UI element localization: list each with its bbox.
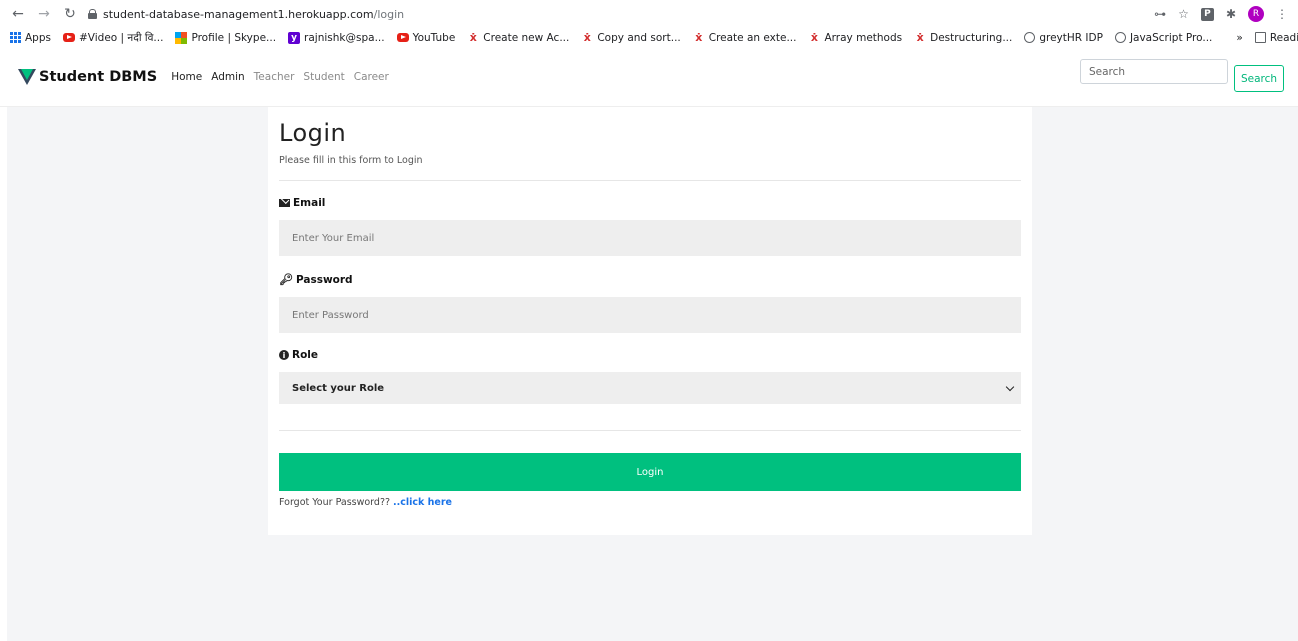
role-select[interactable]: Select your Role bbox=[279, 372, 1021, 404]
bookmarks-bar: Apps #Video | नदी वि... Profile | Skype.… bbox=[0, 28, 1298, 47]
nav-career[interactable]: Career bbox=[354, 71, 389, 83]
microsoft-icon bbox=[175, 31, 188, 44]
url-host: student-database-management1.herokuapp.c… bbox=[103, 7, 374, 21]
key-icon[interactable]: ⊶ bbox=[1154, 7, 1166, 21]
back-arrow-icon[interactable]: ← bbox=[10, 7, 26, 21]
youtube-icon bbox=[396, 33, 409, 42]
login-button[interactable]: Login bbox=[279, 453, 1021, 491]
search-input[interactable] bbox=[1080, 59, 1228, 84]
page-title: Login bbox=[279, 119, 347, 147]
forward-arrow-icon[interactable]: → bbox=[36, 7, 52, 21]
email-label: Email bbox=[279, 197, 1021, 209]
yahoo-icon: y bbox=[288, 31, 301, 44]
bookmark-item[interactable]: YouTube bbox=[396, 32, 455, 44]
divider bbox=[279, 430, 1021, 431]
star-icon[interactable]: ☆ bbox=[1178, 7, 1189, 21]
more-bookmarks-button[interactable]: » bbox=[1236, 32, 1242, 44]
globe-icon bbox=[1024, 32, 1036, 43]
bookmark-item[interactable]: greytHR IDP bbox=[1024, 32, 1103, 44]
bookmark-item[interactable]: Profile | Skype... bbox=[175, 31, 276, 44]
main-content: Login Please fill in this form to Login … bbox=[7, 107, 1298, 641]
forgot-password-link[interactable]: ..click here bbox=[393, 497, 452, 508]
email-field[interactable] bbox=[279, 220, 1021, 256]
brand[interactable]: Student DBMS bbox=[18, 68, 158, 85]
login-card: Login Please fill in this form to Login … bbox=[268, 107, 1032, 535]
browser-toolbar: ← → ↻ student-database-management1.herok… bbox=[0, 0, 1298, 28]
bookmark-item[interactable]: ẋ Create new Ac... bbox=[467, 31, 570, 44]
bookmark-apps[interactable]: Apps bbox=[10, 32, 51, 44]
role-selected-value: Select your Role bbox=[292, 382, 385, 394]
bookmark-item[interactable]: ẋ Copy and sort... bbox=[581, 31, 681, 44]
x-icon: ẋ bbox=[916, 31, 924, 44]
address-bar[interactable]: student-database-management1.herokuapp.c… bbox=[88, 3, 1144, 25]
bookmark-item[interactable]: ẋ Array methods bbox=[808, 31, 902, 44]
bookmark-item[interactable]: y rajnishk@spa... bbox=[288, 31, 385, 44]
key-icon: 🔑︎ bbox=[279, 273, 293, 286]
password-field[interactable] bbox=[279, 297, 1021, 333]
profile-avatar[interactable]: R bbox=[1248, 6, 1264, 22]
nav-home[interactable]: Home bbox=[171, 71, 202, 83]
envelope-icon bbox=[279, 199, 290, 207]
divider bbox=[279, 180, 1021, 181]
bookmark-item[interactable]: ẋ Destructuring... bbox=[914, 31, 1013, 44]
chevron-down-icon bbox=[1005, 382, 1015, 391]
page-subtitle: Please fill in this form to Login bbox=[279, 155, 423, 166]
x-icon: ẋ bbox=[583, 31, 591, 44]
x-icon: ẋ bbox=[469, 31, 477, 44]
apps-grid-icon bbox=[10, 32, 21, 43]
nav-student[interactable]: Student bbox=[303, 71, 344, 83]
reload-icon[interactable]: ↻ bbox=[62, 7, 78, 21]
info-icon: i bbox=[279, 350, 289, 360]
youtube-icon bbox=[62, 33, 75, 42]
nav-admin[interactable]: Admin bbox=[211, 71, 244, 83]
puzzle-icon[interactable]: ✱ bbox=[1226, 7, 1236, 21]
bookmark-item[interactable]: JavaScript Pro... bbox=[1114, 32, 1212, 44]
search-button[interactable]: Search bbox=[1234, 65, 1284, 92]
reading-list-icon bbox=[1254, 32, 1266, 43]
kebab-menu-icon[interactable]: ⋮ bbox=[1276, 7, 1288, 21]
forgot-password: Forgot Your Password?? ..click here bbox=[279, 497, 452, 508]
x-icon: ẋ bbox=[810, 31, 819, 44]
reading-list-button[interactable]: Reading list bbox=[1254, 32, 1298, 44]
bookmark-item[interactable]: ẋ Create an exte... bbox=[693, 31, 796, 44]
password-label: 🔑︎ Password bbox=[279, 273, 353, 286]
extension-icon[interactable]: P bbox=[1200, 7, 1214, 21]
lock-icon bbox=[88, 9, 97, 19]
nav-links: Home Admin Teacher Student Career bbox=[171, 71, 389, 83]
role-label: i Role bbox=[279, 349, 1021, 361]
vue-logo-icon bbox=[18, 68, 36, 85]
bookmark-item[interactable]: #Video | नदी वि... bbox=[62, 31, 163, 45]
x-icon: ẋ bbox=[695, 31, 703, 44]
nav-teacher[interactable]: Teacher bbox=[254, 71, 295, 83]
brand-name: Student DBMS bbox=[39, 68, 158, 85]
url-path: /login bbox=[373, 7, 405, 21]
site-navbar: Student DBMS Home Admin Teacher Student … bbox=[0, 47, 1298, 107]
globe-icon bbox=[1114, 32, 1126, 43]
